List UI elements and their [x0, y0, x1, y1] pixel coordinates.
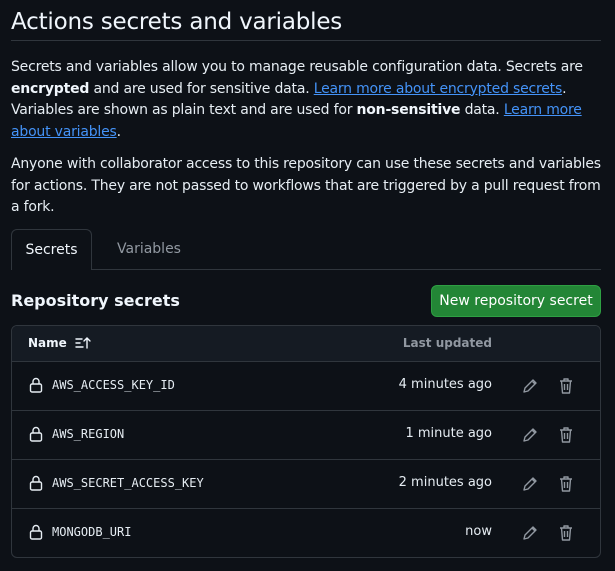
- table-row: MONGODB_URI now: [12, 509, 600, 557]
- sort-ascending-icon[interactable]: [75, 336, 91, 350]
- last-updated: 1 minute ago: [405, 426, 492, 441]
- new-repository-secret-button[interactable]: New repository secret: [431, 285, 601, 317]
- secret-name: AWS_ACCESS_KEY_ID: [52, 378, 175, 392]
- emphasis-encrypted: encrypted: [11, 80, 90, 97]
- pencil-icon[interactable]: [520, 425, 540, 445]
- last-updated: 4 minutes ago: [398, 377, 492, 392]
- description-text: .: [116, 123, 121, 140]
- secrets-page: Actions secrets and variables Secrets an…: [11, 0, 601, 558]
- description-text: and are used for sensitive data.: [89, 80, 314, 97]
- pencil-icon[interactable]: [520, 376, 540, 396]
- tab-secrets[interactable]: Secrets: [11, 229, 92, 270]
- description-text: data.: [460, 102, 504, 118]
- last-updated: now: [465, 524, 492, 539]
- lock-icon: [29, 524, 43, 540]
- table-row: AWS_REGION 1 minute ago: [12, 411, 600, 460]
- secret-name: MONGODB_URI: [52, 525, 132, 539]
- link-encrypted-secrets[interactable]: Learn more about encrypted secrets: [314, 81, 563, 97]
- tab-nav: Secrets Variables: [11, 229, 601, 270]
- secret-name: AWS_SECRET_ACCESS_KEY: [52, 476, 204, 490]
- lock-icon: [29, 377, 43, 393]
- column-name-label: Name: [28, 336, 67, 350]
- repository-secrets-header: Repository secrets New repository secret: [11, 285, 601, 317]
- column-name-header[interactable]: Name: [28, 336, 91, 350]
- column-updated-header: Last updated: [402, 336, 492, 350]
- tab-variables[interactable]: Variables: [101, 229, 197, 269]
- table-header: Name Last updated: [12, 326, 600, 362]
- section-title: Repository secrets: [11, 291, 180, 310]
- trash-icon[interactable]: [556, 474, 576, 494]
- emphasis-non-sensitive: non-sensitive: [356, 102, 461, 118]
- description-access: Anyone with collaborator access to this …: [11, 156, 601, 215]
- pencil-icon[interactable]: [520, 474, 540, 494]
- lock-icon: [29, 426, 43, 442]
- description-secrets: Secrets and variables allow you to manag…: [11, 57, 601, 143]
- trash-icon[interactable]: [556, 523, 576, 543]
- description-text: Secrets and variables allow you to manag…: [11, 59, 583, 75]
- table-row: AWS_SECRET_ACCESS_KEY 2 minutes ago: [12, 460, 600, 509]
- trash-icon[interactable]: [556, 425, 576, 445]
- secrets-table: Name Last updated AWS_ACCESS_KEY_ID 4 mi…: [11, 325, 601, 558]
- trash-icon[interactable]: [556, 376, 576, 396]
- secret-name: AWS_REGION: [52, 427, 125, 441]
- last-updated: 2 minutes ago: [398, 475, 492, 490]
- lock-icon: [29, 475, 43, 491]
- table-row: AWS_ACCESS_KEY_ID 4 minutes ago: [12, 362, 600, 411]
- page-title: Actions secrets and variables: [11, 0, 601, 41]
- pencil-icon[interactable]: [520, 523, 540, 543]
